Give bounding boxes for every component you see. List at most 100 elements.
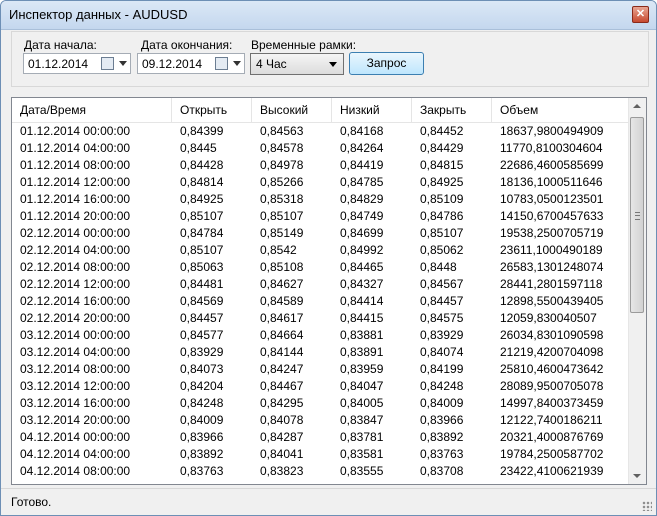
filter-panel: Дата начала: 01.12.2014 Дата окончания: … bbox=[11, 31, 649, 87]
table-cell: 04.12.2014 00:00:00 bbox=[20, 430, 131, 444]
end-date-label: Дата окончания: bbox=[141, 38, 233, 52]
table-cell: 0,84992 bbox=[340, 243, 384, 257]
scrollbar-thumb[interactable] bbox=[630, 117, 644, 313]
column-header-high[interactable]: Высокий bbox=[252, 98, 332, 122]
table-cell: 0,84925 bbox=[420, 175, 464, 189]
title-bar[interactable]: Инспектор данных - AUDUSD ✕ bbox=[1, 1, 656, 30]
table-cell: 01.12.2014 12:00:00 bbox=[20, 175, 131, 189]
table-cell: 0,85107 bbox=[180, 243, 224, 257]
timeframe-value: 4 Час bbox=[256, 57, 287, 71]
timeframe-label: Временные рамки: bbox=[251, 38, 357, 52]
table-cell: 11770,8100304604 bbox=[500, 141, 603, 155]
start-date-picker[interactable]: 01.12.2014 bbox=[23, 53, 131, 74]
query-button[interactable]: Запрос bbox=[349, 52, 424, 75]
table-cell: 23611,1000490189 bbox=[500, 243, 603, 257]
table-row[interactable]: 04.12.2014 08:00:00 0,83763 0,83823 0,83555… bbox=[12, 463, 629, 480]
table-cell: 01.12.2014 04:00:00 bbox=[20, 141, 131, 155]
column-header-volume[interactable]: Объем bbox=[492, 98, 629, 122]
column-header-close[interactable]: Закрыть bbox=[412, 98, 492, 122]
table-cell: 0,84047 bbox=[340, 379, 384, 393]
table-row[interactable]: 03.12.2014 08:00:00 0,84073 0,84247 0,83959… bbox=[12, 361, 629, 378]
chevron-down-icon[interactable] bbox=[119, 61, 127, 66]
table-cell: 0,83881 bbox=[340, 328, 384, 342]
table-cell: 0,84569 bbox=[180, 294, 224, 308]
table-row[interactable]: 01.12.2014 00:00:00 0,84399 0,84563 0,84168… bbox=[12, 123, 629, 140]
table-cell: 0,84415 bbox=[340, 311, 384, 325]
table-cell: 0,85107 bbox=[180, 209, 224, 223]
table-cell: 03.12.2014 12:00:00 bbox=[20, 379, 131, 393]
timeframe-select[interactable]: 4 Час bbox=[250, 53, 344, 75]
table-cell: 0,83892 bbox=[420, 430, 464, 444]
calendar-icon[interactable] bbox=[215, 57, 228, 70]
table-cell: 0,83929 bbox=[420, 328, 464, 342]
table-cell: 0,84465 bbox=[340, 260, 384, 274]
table-cell: 0,84925 bbox=[180, 192, 224, 206]
table-row[interactable]: 01.12.2014 20:00:00 0,85107 0,85107 0,84749… bbox=[12, 208, 629, 225]
scroll-up-arrow-icon[interactable] bbox=[633, 104, 641, 108]
close-button[interactable]: ✕ bbox=[632, 6, 649, 23]
table-cell: 0,84009 bbox=[420, 396, 464, 410]
table-cell: 0,84295 bbox=[260, 396, 304, 410]
table-row[interactable]: 03.12.2014 16:00:00 0,84248 0,84295 0,84005… bbox=[12, 395, 629, 412]
table-cell: 0,84287 bbox=[260, 430, 304, 444]
table-cell: 25810,4600473642 bbox=[500, 362, 604, 376]
table-row[interactable]: 02.12.2014 00:00:00 0,84784 0,85149 0,84699… bbox=[12, 225, 629, 242]
table-cell: 0,84414 bbox=[340, 294, 384, 308]
vertical-scrollbar[interactable] bbox=[628, 98, 646, 484]
end-date-value: 09.12.2014 bbox=[142, 57, 203, 71]
table-cell: 10783,0500123501 bbox=[500, 192, 604, 206]
table-row[interactable]: 02.12.2014 16:00:00 0,84569 0,84589 0,84414… bbox=[12, 293, 629, 310]
table-row[interactable]: 04.12.2014 00:00:00 0,83966 0,84287 0,83781… bbox=[12, 429, 629, 446]
data-grid[interactable]: Дата/Время Открыть Высокий Низкий Закрыт… bbox=[11, 97, 647, 485]
resize-grip-icon[interactable] bbox=[642, 501, 652, 511]
table-cell: 18637,9800494909 bbox=[500, 124, 604, 138]
table-cell: 02.12.2014 16:00:00 bbox=[20, 294, 131, 308]
chevron-down-icon[interactable] bbox=[233, 61, 241, 66]
table-cell: 0,84327 bbox=[340, 277, 384, 291]
table-cell: 0,83929 bbox=[180, 345, 224, 359]
table-cell: 01.12.2014 00:00:00 bbox=[20, 124, 131, 138]
table-cell: 0,84073 bbox=[180, 362, 224, 376]
table-cell: 0,84575 bbox=[420, 311, 464, 325]
grid-rows: 01.12.2014 00:00:00 0,84399 0,84563 0,84168… bbox=[12, 123, 629, 480]
table-row[interactable]: 01.12.2014 08:00:00 0,84428 0,84978 0,84419… bbox=[12, 157, 629, 174]
table-cell: 02.12.2014 12:00:00 bbox=[20, 277, 131, 291]
column-header-open[interactable]: Открыть bbox=[172, 98, 252, 122]
table-cell: 02.12.2014 20:00:00 bbox=[20, 311, 131, 325]
table-row[interactable]: 02.12.2014 08:00:00 0,85063 0,85108 0,84465… bbox=[12, 259, 629, 276]
table-cell: 0,84248 bbox=[180, 396, 224, 410]
table-cell: 0,85062 bbox=[420, 243, 464, 257]
table-cell: 03.12.2014 00:00:00 bbox=[20, 328, 131, 342]
table-row[interactable]: 03.12.2014 00:00:00 0,84577 0,84664 0,83881… bbox=[12, 327, 629, 344]
table-cell: 22686,4600585699 bbox=[500, 158, 604, 172]
table-cell: 0,84144 bbox=[260, 345, 304, 359]
table-cell: 03.12.2014 20:00:00 bbox=[20, 413, 131, 427]
table-cell: 19538,2500705719 bbox=[500, 226, 604, 240]
table-cell: 01.12.2014 16:00:00 bbox=[20, 192, 131, 206]
column-header-low[interactable]: Низкий bbox=[332, 98, 412, 122]
table-cell: 14997,8400373459 bbox=[500, 396, 604, 410]
table-cell: 0,84784 bbox=[180, 226, 224, 240]
table-cell: 0,83892 bbox=[180, 447, 224, 461]
start-date-value: 01.12.2014 bbox=[28, 57, 89, 71]
chevron-down-icon bbox=[329, 62, 337, 67]
table-row[interactable]: 01.12.2014 04:00:00 0,8445 0,84578 0,84264 0… bbox=[12, 140, 629, 157]
column-header-datetime[interactable]: Дата/Время bbox=[12, 98, 172, 122]
table-cell: 0,84481 bbox=[180, 277, 224, 291]
table-cell: 0,84589 bbox=[260, 294, 304, 308]
table-cell: 0,84567 bbox=[420, 277, 464, 291]
table-cell: 0,85107 bbox=[420, 226, 464, 240]
table-row[interactable]: 02.12.2014 04:00:00 0,85107 0,8542 0,84992 0… bbox=[12, 242, 629, 259]
end-date-picker[interactable]: 09.12.2014 bbox=[137, 53, 245, 74]
calendar-icon[interactable] bbox=[101, 57, 114, 70]
table-row[interactable]: 01.12.2014 12:00:00 0,84814 0,85266 0,84785… bbox=[12, 174, 629, 191]
table-row[interactable]: 03.12.2014 12:00:00 0,84204 0,84467 0,84047… bbox=[12, 378, 629, 395]
table-row[interactable]: 02.12.2014 20:00:00 0,84457 0,84617 0,84415… bbox=[12, 310, 629, 327]
table-row[interactable]: 01.12.2014 16:00:00 0,84925 0,85318 0,84829… bbox=[12, 191, 629, 208]
table-row[interactable]: 04.12.2014 04:00:00 0,83892 0,84041 0,83581… bbox=[12, 446, 629, 463]
table-row[interactable]: 02.12.2014 12:00:00 0,84481 0,84627 0,84327… bbox=[12, 276, 629, 293]
table-row[interactable]: 03.12.2014 20:00:00 0,84009 0,84078 0,83847… bbox=[12, 412, 629, 429]
table-cell: 12122,7400186211 bbox=[500, 413, 603, 427]
scroll-down-arrow-icon[interactable] bbox=[633, 474, 641, 478]
table-row[interactable]: 03.12.2014 04:00:00 0,83929 0,84144 0,83891… bbox=[12, 344, 629, 361]
